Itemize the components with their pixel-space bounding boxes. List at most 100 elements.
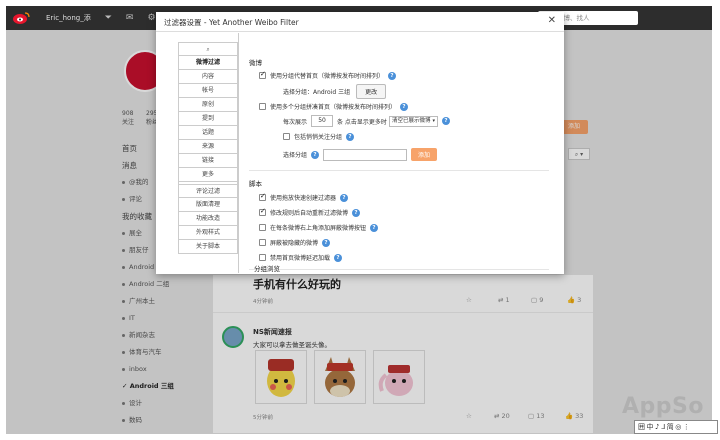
comment-button[interactable]: ▢ 13 [528, 412, 545, 420]
bullet-icon [122, 316, 125, 320]
right-search-dropdown[interactable]: ⌕ ▾ [568, 148, 590, 160]
post-text: 大家可以拿去做圣诞头像。 [253, 341, 331, 349]
change-group-button[interactable]: 更改 [356, 84, 387, 99]
repost-button[interactable]: ⇄ 1 [498, 296, 510, 304]
checkbox-drag-filter[interactable] [259, 192, 266, 201]
mail-icon[interactable]: ✉ [126, 13, 134, 23]
tab-4[interactable]: 提到 [178, 112, 238, 126]
dialog-header: 过滤器设置 - Yet Another Weibo Filter ✕ [156, 12, 564, 32]
option-include-quiet[interactable]: 包括悄悄关注分组 ? [283, 132, 355, 141]
comment-button[interactable]: ▢ 9 [531, 296, 543, 304]
sidebar-item-label: 展全 [129, 229, 142, 237]
sidebar-item-label: 新闻杂志 [129, 331, 155, 339]
post-image-2[interactable] [314, 350, 366, 404]
tab-13[interactable]: 关于脚本 [178, 240, 238, 254]
tab-2[interactable]: 帐号 [178, 84, 238, 98]
tab-9[interactable]: 评论过滤 [178, 184, 238, 198]
help-icon[interactable]: ? [388, 71, 397, 80]
option-drag-filter[interactable]: 使用拖放快速创建过滤器 ? [259, 192, 349, 202]
repost-button[interactable]: ⇄ 20 [494, 412, 510, 420]
sidebar-item-8[interactable]: Android 二组 [122, 276, 174, 293]
tab-search-icon[interactable]: ⌕ [178, 42, 238, 56]
tab-11[interactable]: 功能改造 [178, 212, 238, 226]
checkbox-group-timeline[interactable] [259, 70, 266, 79]
sidebar-item-15[interactable]: 设计 [122, 395, 174, 412]
tab-5[interactable]: 话题 [178, 126, 238, 140]
sidebar-item-13[interactable]: inbox [122, 361, 174, 378]
post2-time[interactable]: 5分钟前 [253, 413, 273, 421]
filter-icon[interactable]: ⏷ [105, 13, 112, 23]
help-icon[interactable]: ? [322, 238, 331, 247]
help-icon[interactable]: ? [334, 253, 343, 262]
settings-gear-icon[interactable]: ⚙ [147, 13, 155, 23]
like-button[interactable]: 👍 33 [565, 412, 583, 420]
clear-mode-select[interactable]: 清空已展示微博 ▾ [388, 115, 438, 127]
each-show-input[interactable]: 50 [311, 115, 334, 127]
post-image-1[interactable] [255, 350, 307, 404]
following-stat[interactable]: 908 关注 [122, 110, 134, 126]
checkbox-include-quiet[interactable] [283, 133, 290, 140]
favorite-icon[interactable]: ☆ [466, 296, 472, 304]
tab-7[interactable]: 链接 [178, 154, 238, 168]
help-icon[interactable]: ? [311, 150, 320, 159]
add-group-button[interactable]: 添加 [411, 148, 438, 161]
settings-tabs: ⌕ 微博过滤 内容 帐号 原创 提到 话题 来源 链接 更多评论过滤 版面清理 功能改造 外观样式 关于… [178, 42, 238, 254]
like-button[interactable]: 👍 3 [567, 296, 581, 304]
tab-12[interactable]: 外观样式 [178, 226, 238, 240]
help-icon[interactable]: ? [352, 208, 361, 217]
weibo-logo-icon[interactable] [10, 9, 32, 27]
bullet-icon [122, 197, 125, 201]
option-hide-blocked[interactable]: 屏蔽被隐藏的微博 ? [259, 238, 331, 247]
sidebar-item-label: 体育与汽车 [129, 348, 162, 356]
tab-3[interactable]: 原创 [178, 98, 238, 112]
section-weibo-title: 微博 [249, 59, 262, 67]
favorite-icon[interactable]: ☆ [466, 412, 472, 420]
help-icon[interactable]: ? [441, 117, 450, 125]
sidebar-item-12[interactable]: 体育与汽车 [122, 344, 174, 361]
bullet-icon [122, 265, 125, 269]
checkbox-show-block-button[interactable] [259, 224, 266, 231]
sidebar-item-label: 首页 [122, 144, 137, 153]
post-time[interactable]: 4分钟前 [253, 297, 273, 305]
tab-6[interactable]: 来源 [178, 140, 238, 154]
bullet-icon [122, 418, 125, 422]
poster-name[interactable]: NS新闻速报 [253, 327, 292, 337]
checkbox-auto-recheck[interactable] [259, 207, 266, 216]
sidebar-item-10[interactable]: IT [122, 310, 174, 327]
tab-8[interactable]: 更多 [178, 168, 238, 182]
checkbox-multi-group[interactable] [259, 103, 266, 110]
help-icon[interactable]: ? [346, 132, 355, 141]
bullet-icon [122, 299, 125, 303]
option-disable-lazy[interactable]: 禁用首页微博延迟加载 ? [259, 253, 343, 262]
option-group-timeline[interactable]: 使用分组代替首页（微博按发布时间排列） ? [259, 70, 397, 80]
help-icon[interactable]: ? [340, 193, 349, 202]
tab-10[interactable]: 版面清理 [178, 198, 238, 212]
option-auto-recheck[interactable]: 修改规则后自动重新过滤微博 ? [259, 207, 361, 217]
option-multi-group[interactable]: 使用多个分组拼凑首页（微博按发布时间排列） ? [259, 102, 409, 111]
sidebar-item-label: 数码 [129, 416, 142, 424]
sidebar-item-9[interactable]: 广州本土 [122, 293, 174, 310]
sidebar-item-14[interactable]: ✓ Android 三组 [122, 378, 174, 395]
help-icon[interactable]: ? [370, 223, 379, 232]
option-show-block-button[interactable]: 在每条微博右上角添加屏蔽微博按钮 ? [259, 223, 379, 232]
sidebar-item-label: @我的 [129, 178, 149, 186]
sidebar-item-16[interactable]: 数码 [122, 412, 174, 429]
sidebar-item-11[interactable]: 新闻杂志 [122, 327, 174, 344]
checkbox-hide-blocked[interactable] [259, 239, 266, 246]
checkbox-disable-lazy[interactable] [259, 254, 266, 261]
select-group2-row: 选择分组 ? 添加 [283, 148, 438, 161]
post-image-3[interactable] [373, 350, 425, 404]
tab-1[interactable]: 内容 [178, 70, 238, 84]
right-add-button[interactable]: 添加 [560, 120, 588, 134]
appso-watermark: AppSo [622, 394, 704, 419]
close-icon[interactable]: ✕ [548, 15, 556, 26]
tab-0[interactable]: 微博过滤 [178, 56, 238, 70]
username-link[interactable]: Eric_hong_添 [46, 13, 91, 23]
bullet-icon [122, 282, 125, 286]
group-name-input[interactable] [323, 148, 408, 161]
select-group-row: 选择分组：Android 三组 更改 [283, 84, 387, 99]
poster-avatar[interactable] [222, 326, 244, 348]
help-icon[interactable]: ? [400, 102, 409, 111]
sidebar-item-label: 消息 [122, 161, 137, 170]
ime-toolbar[interactable]: 囲中♪ᒧ简◎⋮ [634, 420, 718, 434]
